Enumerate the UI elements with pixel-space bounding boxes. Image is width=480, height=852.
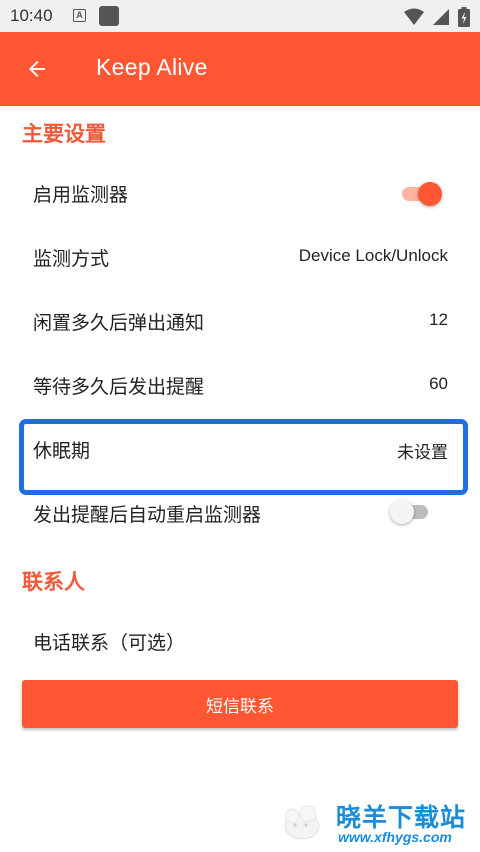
sheep-logo-icon bbox=[284, 805, 320, 840]
switch-thumb bbox=[390, 500, 414, 524]
status-icons bbox=[404, 7, 470, 27]
notification-a-icon: A bbox=[73, 9, 86, 22]
section-header-main-settings: 主要设置 bbox=[22, 122, 106, 146]
enable-monitor-switch[interactable] bbox=[400, 179, 444, 209]
section-header-contacts: 联系人 bbox=[22, 570, 85, 594]
pref-value: Device Lock/Unlock bbox=[298, 246, 448, 265]
pref-title: 启用监测器 bbox=[33, 184, 129, 206]
pref-title: 电话联系（可选） bbox=[33, 632, 186, 654]
wifi-icon bbox=[404, 8, 424, 25]
page-title: Keep Alive bbox=[96, 54, 208, 80]
signal-icon bbox=[433, 9, 449, 25]
sms-contact-button[interactable]: 短信联系 bbox=[22, 680, 458, 728]
app-bar: Keep Alive bbox=[0, 32, 480, 106]
pref-value: 60 bbox=[429, 374, 448, 393]
pref-wait-alert[interactable]: 等待多久后发出提醒 60 bbox=[0, 354, 480, 418]
battery-icon bbox=[458, 7, 470, 27]
auto-restart-switch[interactable] bbox=[390, 497, 434, 527]
status-bar: 10:40 A bbox=[0, 0, 480, 32]
arrow-left-icon bbox=[29, 61, 45, 77]
back-button[interactable] bbox=[16, 48, 58, 90]
status-time: 10:40 bbox=[10, 6, 53, 25]
pref-idle-notify[interactable]: 闲置多久后弹出通知 12 bbox=[0, 290, 480, 354]
pref-enable-monitor[interactable]: 启用监测器 bbox=[0, 162, 480, 226]
pref-value: 12 bbox=[429, 310, 448, 329]
pref-title: 发出提醒后自动重启监测器 bbox=[33, 504, 262, 526]
pref-title: 闲置多久后弹出通知 bbox=[33, 312, 205, 334]
pref-monitor-method[interactable]: 监测方式 Device Lock/Unlock bbox=[0, 226, 480, 290]
switch-thumb bbox=[418, 182, 442, 206]
watermark: 晓羊下载站 www.xfhygs.com bbox=[278, 796, 478, 850]
watermark-url: www.xfhygs.com bbox=[338, 829, 452, 845]
pref-phone-contact[interactable]: 电话联系（可选） bbox=[0, 610, 480, 674]
pref-title: 监测方式 bbox=[33, 248, 110, 270]
pref-auto-restart[interactable]: 发出提醒后自动重启监测器 bbox=[0, 482, 480, 546]
pref-title: 等待多久后发出提醒 bbox=[33, 376, 205, 398]
notification-square-icon bbox=[99, 6, 119, 26]
